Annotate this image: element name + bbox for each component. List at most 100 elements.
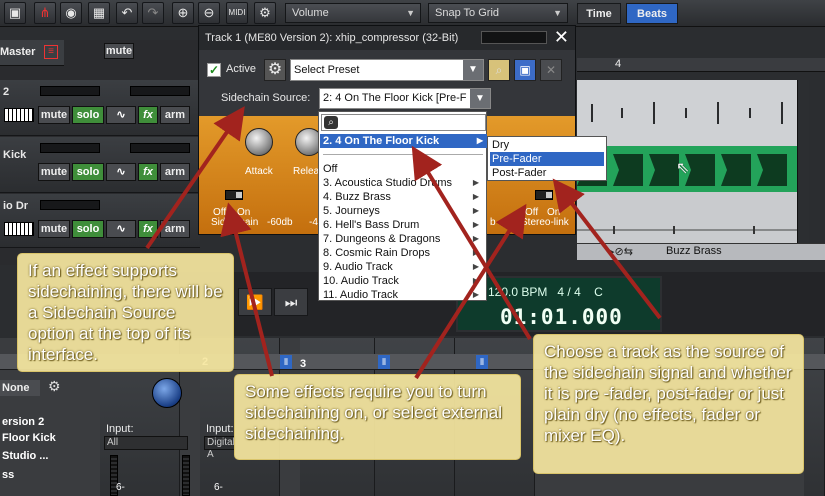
sidechain-source-label: Sidechain Source:	[221, 92, 311, 104]
redo-icon[interactable]: ↷	[142, 2, 164, 24]
list-item[interactable]: 10. Audio Track ▶	[323, 274, 483, 288]
envelope-icon[interactable]: ∿	[106, 106, 136, 124]
list-item[interactable]: Off	[323, 162, 483, 176]
snap-dropdown[interactable]: Snap To Grid ▼	[428, 3, 568, 23]
eq-icon[interactable]: ⫴	[476, 355, 488, 369]
track-row[interactable]: 2 mute solo ∿ fx arm	[0, 80, 200, 136]
fx-button[interactable]: fx	[138, 163, 158, 181]
share-icon[interactable]: ⋔	[34, 2, 56, 24]
timeline-ruler[interactable]: 4	[577, 58, 825, 72]
beats-toggle[interactable]: Beats	[626, 3, 678, 24]
fx-button[interactable]: fx	[138, 220, 158, 238]
list-item[interactable]: 11. Audio Track ▶	[323, 288, 483, 302]
pan-knob[interactable]	[152, 378, 182, 408]
mute-button[interactable]: mute	[38, 106, 70, 124]
sidechain-source-list[interactable]: ⌕ 2. 4 On The Floor Kick ▶ Off 3. Acousti…	[318, 111, 487, 301]
list-item[interactable]: 6. Hell's Bass Drum ▶	[323, 218, 483, 232]
plugin-title-bar[interactable]: Track 1 (ME80 Version 2): xhip_compresso…	[199, 26, 575, 50]
list-item-label: 11. Audio Track	[323, 289, 399, 301]
undo-icon[interactable]: ↶	[116, 2, 138, 24]
settings-gear-icon[interactable]: ⚙	[254, 2, 276, 24]
attack-knob[interactable]	[245, 128, 273, 156]
volume-fader[interactable]	[40, 86, 100, 96]
solo-button[interactable]: solo	[72, 220, 104, 238]
keyboard-icon	[4, 108, 34, 122]
volume-fader[interactable]	[40, 143, 100, 153]
clip-header-bar[interactable]: ▸⊘⇆ Buzz Brass	[577, 243, 825, 260]
chevron-down-icon: ▼	[553, 8, 562, 18]
midi-icon[interactable]: MIDI	[226, 2, 248, 24]
mute-button[interactable]: mute	[38, 163, 70, 181]
list-item[interactable]: 9. Audio Track ▶	[323, 260, 483, 274]
eq-icon[interactable]: ⫴	[378, 355, 390, 369]
envelope-icon[interactable]: ∿	[106, 220, 136, 238]
arm-button[interactable]: arm	[160, 106, 190, 124]
preset-select[interactable]: Select Preset ▼	[290, 59, 484, 81]
list-item[interactable]: 7. Dungeons & Dragons ▶	[323, 232, 483, 246]
eq-icon[interactable]: ⫴	[280, 355, 292, 369]
clip[interactable]	[577, 192, 797, 243]
list-item[interactable]: 5. Journeys ▶	[323, 204, 483, 218]
list-item[interactable]: 4. Buzz Brass ▶	[323, 190, 483, 204]
volume-dropdown[interactable]: Volume ▼	[285, 3, 421, 23]
input-select[interactable]: Digital A	[204, 436, 236, 460]
sidechain-source-value: 2: 4 On The Floor Kick [Pre-F	[323, 92, 467, 104]
save-preset-icon[interactable]: ▣	[514, 59, 536, 81]
list-item[interactable]: 2. 4 On The Floor Kick ▶	[320, 134, 487, 148]
mute-button[interactable]: mute	[38, 220, 70, 238]
clip[interactable]	[577, 80, 797, 146]
pan-fader[interactable]	[130, 143, 190, 153]
tap-item-pre-fader[interactable]: Pre-Fader	[490, 152, 604, 166]
list-item-label: Off	[323, 163, 338, 175]
chevron-right-icon: ▶	[472, 290, 479, 299]
db-label: 6-	[214, 482, 223, 493]
sidechain-source-select[interactable]: 2: 4 On The Floor Kick [Pre-F ▼	[319, 88, 491, 109]
zoom-in-icon[interactable]: ⊕	[172, 2, 194, 24]
master-strip[interactable]: Master ≡	[0, 40, 64, 66]
solo-button[interactable]: solo	[72, 106, 104, 124]
list-item[interactable]: 3. Acoustica Studio Drums ▶	[323, 176, 483, 190]
menu-icon[interactable]: ≡	[44, 45, 58, 59]
delete-preset-icon[interactable]: ✕	[540, 59, 562, 81]
track-name: 2	[3, 86, 10, 98]
keyboard-icon	[4, 222, 34, 236]
mute-button[interactable]: mute	[104, 43, 134, 59]
tap-point-menu[interactable]: Dry Pre-Fader Post-Fader	[487, 136, 607, 181]
close-icon[interactable]: ✕	[554, 27, 569, 47]
master-label: Master	[0, 46, 36, 58]
skip-end-icon[interactable]: ⏭	[274, 288, 308, 316]
tap-item-post-fader[interactable]: Post-Fader	[490, 166, 604, 180]
arm-button[interactable]: arm	[160, 163, 190, 181]
fx-button[interactable]: fx	[138, 106, 158, 124]
cd-icon[interactable]: ◉	[60, 2, 82, 24]
track-row[interactable]: io Dr mute solo ∿ fx arm	[0, 194, 200, 248]
stereo-link-switch[interactable]	[535, 190, 553, 200]
list-item-label: 2. 4 On The Floor Kick	[323, 135, 440, 147]
chevron-right-icon: ▶	[472, 262, 479, 271]
fast-forward-icon[interactable]: ⏩	[238, 288, 272, 316]
input-select[interactable]: All	[104, 436, 188, 450]
pan-fader[interactable]	[130, 86, 190, 96]
db-low-label: -60db	[267, 217, 293, 228]
vertical-scrollbar[interactable]	[797, 80, 809, 260]
time-toggle[interactable]: Time	[577, 3, 621, 24]
mixer-track-name: Studio ...	[2, 450, 49, 462]
tap-item-dry[interactable]: Dry	[490, 138, 604, 152]
save-icon[interactable]: ▣	[4, 2, 26, 24]
level-meter	[182, 455, 190, 496]
sidechain-switch[interactable]	[225, 190, 243, 200]
solo-button[interactable]: solo	[72, 163, 104, 181]
envelope-icon[interactable]: ∿	[106, 163, 136, 181]
gear-icon[interactable]: ⚙	[264, 59, 286, 81]
arm-button[interactable]: arm	[160, 220, 190, 238]
track-row[interactable]: Kick mute solo ∿ fx arm	[0, 137, 200, 193]
clip-tools-icon[interactable]: ▸⊘⇆	[609, 245, 633, 258]
volume-fader[interactable]	[40, 200, 100, 210]
list-item[interactable]: 8. Cosmic Rain Drops ▶	[323, 246, 483, 260]
mixdown-icon[interactable]: ▦	[88, 2, 110, 24]
open-preset-icon[interactable]: ⌕	[488, 59, 510, 81]
zoom-out-icon[interactable]: ⊖	[198, 2, 220, 24]
list-item-label: 5. Journeys	[323, 205, 380, 217]
search-input[interactable]: ⌕	[321, 114, 486, 131]
active-checkbox[interactable]: ✓	[207, 63, 221, 77]
